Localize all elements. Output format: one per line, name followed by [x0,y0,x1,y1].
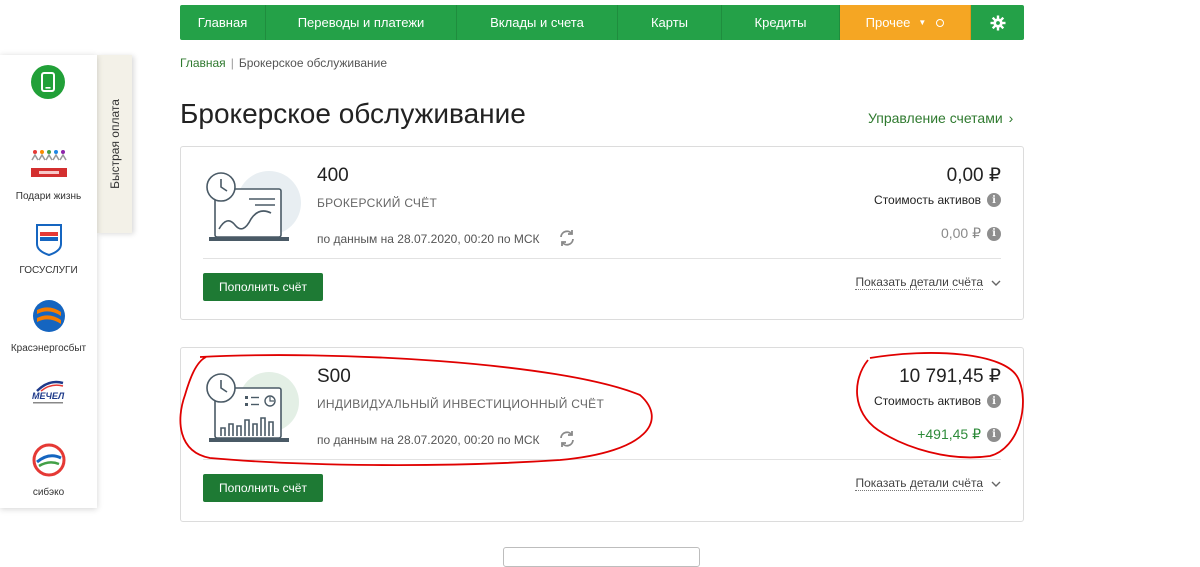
info-icon[interactable]: i [987,193,1001,207]
sidebar-item-sibeko[interactable]: сибэко [0,442,97,498]
notification-dot-icon [936,18,945,27]
divider [203,459,1001,460]
phone-icon [41,72,55,92]
topup-button[interactable]: Пополнить счёт [203,273,323,301]
iis-illustration-icon [206,372,299,442]
account-number: S00 [317,366,351,387]
show-details-link[interactable]: Показать детали счёта [855,275,1001,290]
chevron-right-icon: › [1008,110,1014,126]
refresh-icon[interactable] [557,228,577,248]
nav-credits[interactable]: Кредиты [722,5,840,40]
chevron-down-icon [991,280,1001,286]
mechel-logo: МЕЧЕЛ [32,380,65,404]
svg-text:МЕЧЕЛ: МЕЧЕЛ [32,391,65,401]
sidebar-item-krasenergosbyt[interactable]: Красэнергосбыт [0,298,97,354]
account-card-iis: S00 ИНДИВИДУАЛЬНЫЙ ИНВЕСТИЦИОННЫЙ СЧЁТ п… [180,347,1024,522]
info-icon[interactable]: i [987,226,1001,241]
chevron-down-icon [991,481,1001,487]
load-more-button[interactable] [503,547,700,567]
account-amount: 0,00 ₽ [946,165,1001,186]
breadcrumb-home-link[interactable]: Главная [180,56,226,70]
divider [203,258,1001,259]
sidebar-item-mechel[interactable]: МЕЧЕЛ [0,377,97,416]
account-date: по данным на 28.07.2020, 00:20 по МСК [317,433,540,447]
brokerage-illustration-icon [206,171,301,241]
account-change: 0,00 ₽ i [941,225,1001,242]
info-icon[interactable]: i [987,394,1001,408]
info-icon[interactable]: i [987,427,1001,442]
quick-pay-sidebar: Подари жизнь ГОСУСЛУГИ Красэнергосбыт МЕ… [0,55,97,508]
nav-deposits[interactable]: Вклады и счета [457,5,618,40]
sibeko-logo [32,443,65,477]
settings-button[interactable] [971,5,1024,40]
nav-transfers[interactable]: Переводы и платежи [266,5,457,40]
top-navigation: Главная Переводы и платежи Вклады и счет… [180,5,1024,40]
account-date: по данным на 28.07.2020, 00:20 по МСК [317,232,540,246]
podari-zhizn-logo [30,150,67,177]
krasenergosbyt-logo [32,300,65,332]
mobile-payment-button[interactable] [31,65,65,99]
manage-accounts-link[interactable]: Управление счетами › [868,110,1013,126]
assets-label: Стоимость активов i [874,193,1001,207]
sidebar-item-gosuslugi[interactable]: ГОСУСЛУГИ [0,222,97,276]
nav-home[interactable]: Главная [180,5,266,40]
sidebar-item-podari-zhizn[interactable]: Подари жизнь [0,148,97,202]
gear-icon [990,15,1005,30]
account-card-brokerage: 400 БРОКЕРСКИЙ СЧЁТ по данным на 28.07.2… [180,146,1024,320]
account-change: +491,45 ₽ i [917,426,1001,443]
chevron-down-icon: ▼ [918,18,927,27]
topup-button[interactable]: Пополнить счёт [203,474,323,502]
show-details-link[interactable]: Показать детали счёта [855,476,1001,491]
assets-label: Стоимость активов i [874,394,1001,408]
account-type: ИНДИВИДУАЛЬНЫЙ ИНВЕСТИЦИОННЫЙ СЧЁТ [317,397,605,411]
quick-pay-tab[interactable]: Быстрая оплата [97,55,132,233]
account-amount: 10 791,45 ₽ [899,366,1001,387]
refresh-icon[interactable] [557,429,577,449]
nav-cards[interactable]: Карты [618,5,722,40]
gosuslugi-logo [35,224,62,257]
breadcrumb: Главная | Брокерское обслуживание [180,56,388,70]
nav-other[interactable]: Прочее ▼ [840,5,971,40]
account-number: 400 [317,165,349,186]
account-type: БРОКЕРСКИЙ СЧЁТ [317,196,438,210]
breadcrumb-current: Брокерское обслуживание [238,56,388,70]
page-title: Брокерское обслуживание [180,98,526,129]
